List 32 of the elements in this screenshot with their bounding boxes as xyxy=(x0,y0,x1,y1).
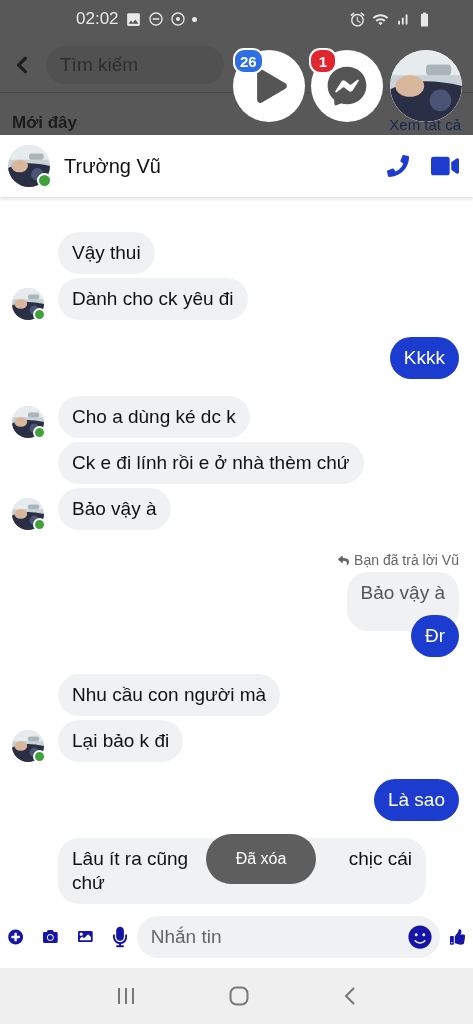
message-bubble: Dành cho ck yêu đi xyxy=(58,278,248,320)
messenger-icon xyxy=(327,66,367,106)
alarm-icon xyxy=(349,10,366,28)
image-icon xyxy=(124,10,142,28)
home-icon[interactable] xyxy=(229,986,250,1006)
microphone-icon[interactable] xyxy=(112,924,127,949)
message-text: Lâu ít ra cũng xyxy=(72,847,189,871)
count-badge: 1 xyxy=(309,48,337,74)
message-text: chứ xyxy=(72,871,106,895)
toast: Đã xóa xyxy=(206,834,316,884)
message-bubble: Kkkk xyxy=(389,337,459,379)
count-badge: 26 xyxy=(233,48,264,74)
dot-icon xyxy=(191,16,197,22)
recent-apps-icon[interactable] xyxy=(117,987,136,1005)
message-bubble: Ck e đi lính rồi e ở nhà thèm chứ xyxy=(58,442,364,484)
status-time: 02:02 xyxy=(76,9,119,29)
play-icon xyxy=(255,69,289,103)
message-bubble: Đr xyxy=(410,615,459,657)
reply-note: Bạn đã trả lời Vũ xyxy=(354,552,459,568)
message-bubble: Cho a dùng ké dc k xyxy=(58,396,250,438)
back-icon[interactable] xyxy=(343,986,356,1006)
message-bubble: Lại bảo k đi xyxy=(58,720,184,762)
message-bubble: Nhu cầu con người mà xyxy=(58,674,281,716)
emoji-icon[interactable] xyxy=(407,924,432,949)
reply-icon xyxy=(338,554,350,566)
contact-name: Trường Vũ xyxy=(64,154,162,178)
message-field[interactable]: Nhắn tin xyxy=(136,915,440,958)
message-bubble: Bảo vậy à xyxy=(58,488,171,530)
message-text: chịc cái xyxy=(348,847,412,871)
section-title: Mới đây xyxy=(12,113,77,133)
message-bubble: Vậy thui xyxy=(58,232,155,274)
message-bubble: Là sao xyxy=(373,779,459,821)
